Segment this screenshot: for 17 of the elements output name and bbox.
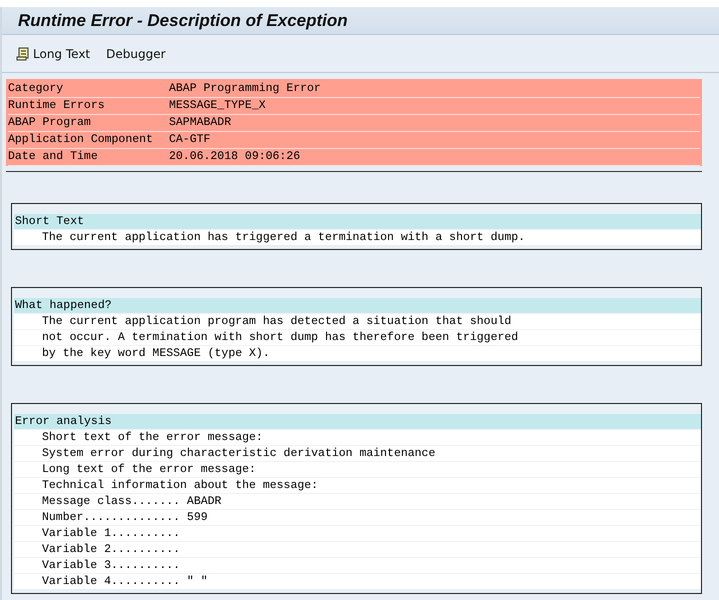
field-label: Date and Time xyxy=(8,149,99,165)
field-value: MESSAGE_TYPE_X xyxy=(169,98,266,114)
debugger-button[interactable]: Debugger xyxy=(102,44,172,62)
field-value: SAPMABADR xyxy=(169,115,232,131)
field-label: ABAP Program xyxy=(8,115,92,131)
section-title: Error analysis xyxy=(14,414,701,429)
field-value: CA-GTF xyxy=(169,132,210,148)
field-value: 20.06.2018 09:06:26 xyxy=(169,149,300,165)
scroll-icon xyxy=(16,46,30,60)
field-label: Application Component xyxy=(8,132,154,148)
field-value: ABAP Programming Error xyxy=(169,81,321,97)
section-title: Short Text xyxy=(14,214,701,229)
field-label: Runtime Errors xyxy=(8,98,106,114)
section-title: What happened? xyxy=(14,298,701,313)
field-label: Category xyxy=(8,81,64,97)
long-text-button[interactable]: Long Text xyxy=(12,44,96,62)
window-title: Runtime Error - Description of Exception xyxy=(18,10,348,30)
